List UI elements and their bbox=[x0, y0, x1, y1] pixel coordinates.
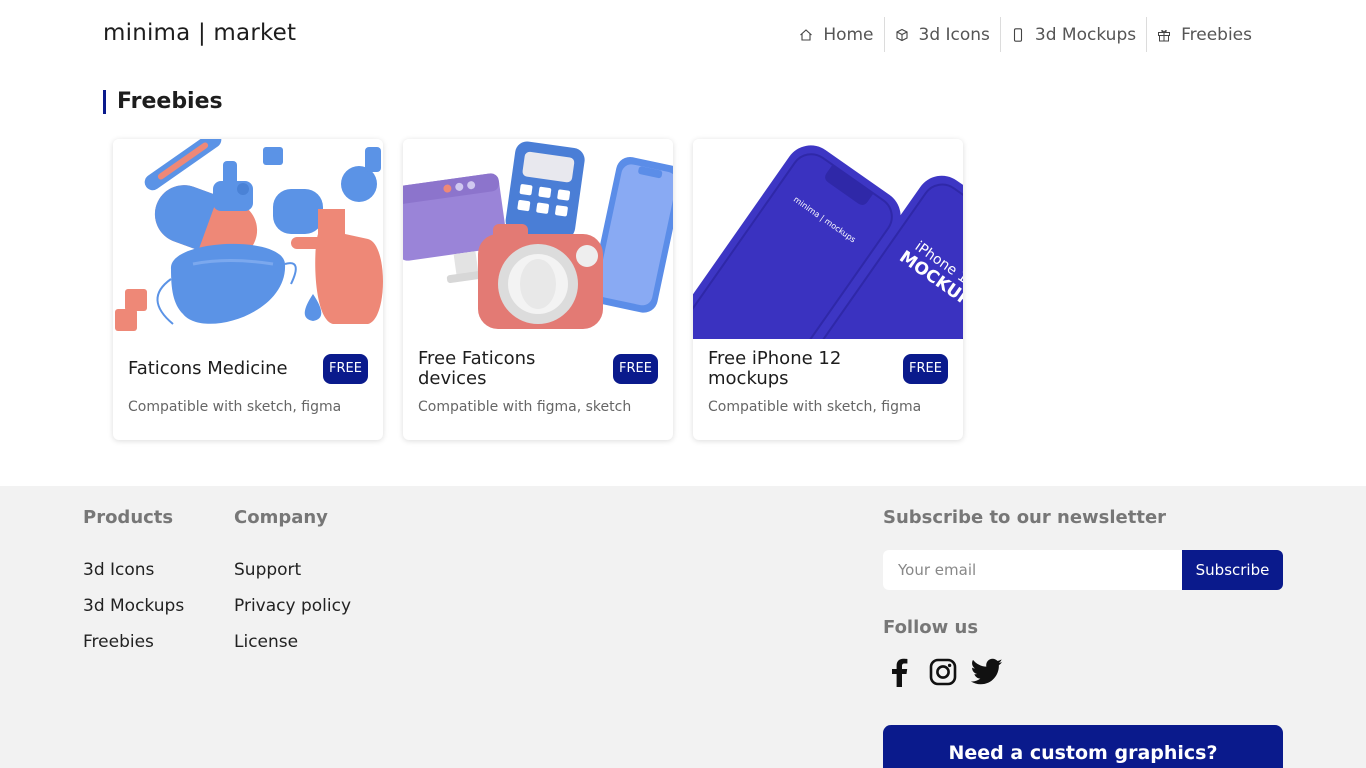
card-title[interactable]: Free Faticons devices bbox=[418, 349, 598, 389]
card-compatibility: Compatible with sketch, figma bbox=[708, 399, 922, 415]
nav-freebies-label: Freebies bbox=[1181, 24, 1252, 45]
main-nav: Home 3d Icons 3d Mockups Freebies bbox=[789, 17, 1262, 52]
phone-icon bbox=[1011, 27, 1025, 42]
footer-link-license[interactable]: License bbox=[234, 624, 351, 660]
footer-link-freebies[interactable]: Freebies bbox=[83, 624, 184, 660]
nav-freebies[interactable]: Freebies bbox=[1146, 17, 1262, 52]
footer-link-3d-icons[interactable]: 3d Icons bbox=[83, 552, 184, 588]
nav-3d-mockups-label: 3d Mockups bbox=[1034, 24, 1137, 45]
nav-3d-icons[interactable]: 3d Icons bbox=[883, 17, 1000, 52]
card-title[interactable]: Faticons Medicine bbox=[128, 349, 308, 389]
site-footer: Products 3d Icons 3d Mockups Freebies Co… bbox=[0, 486, 1366, 768]
page-title: Freebies bbox=[103, 90, 223, 114]
footer-link-3d-mockups[interactable]: 3d Mockups bbox=[83, 588, 184, 624]
free-badge: FREE bbox=[323, 354, 368, 384]
nav-home-label: Home bbox=[823, 24, 874, 45]
footer-link-support[interactable]: Support bbox=[234, 552, 351, 588]
email-field[interactable] bbox=[883, 550, 1182, 590]
footer-products: Products 3d Icons 3d Mockups Freebies bbox=[83, 506, 184, 660]
medicine-icons-image bbox=[113, 139, 383, 339]
social-links bbox=[883, 656, 1283, 688]
product-card-iphone[interactable]: minima | mockups iPhone 12 MOCKUP Free i… bbox=[693, 139, 963, 440]
iphone-mockup-image: minima | mockups iPhone 12 MOCKUP bbox=[693, 139, 963, 339]
footer-company-heading: Company bbox=[234, 507, 328, 528]
nav-3d-mockups[interactable]: 3d Mockups bbox=[999, 17, 1146, 52]
card-body: Free Faticons devices FREE Compatible wi… bbox=[403, 339, 673, 440]
footer-company: Company Support Privacy policy License bbox=[234, 506, 351, 660]
devices-icons-image bbox=[403, 139, 673, 339]
cube-icon bbox=[895, 28, 909, 42]
card-body: Free iPhone 12 mockups FREE Compatible w… bbox=[693, 339, 963, 440]
product-card-devices[interactable]: Free Faticons devices FREE Compatible wi… bbox=[403, 139, 673, 440]
gift-icon bbox=[1157, 28, 1171, 42]
facebook-icon[interactable] bbox=[883, 656, 915, 688]
card-title[interactable]: Free iPhone 12 mockups bbox=[708, 349, 888, 389]
follow-heading: Follow us bbox=[883, 617, 979, 638]
card-compatibility: Compatible with sketch, figma bbox=[128, 399, 342, 415]
free-badge: FREE bbox=[613, 354, 658, 384]
newsletter-form: Subscribe bbox=[883, 550, 1283, 590]
instagram-icon[interactable] bbox=[927, 656, 959, 688]
footer-products-heading: Products bbox=[83, 507, 174, 528]
custom-graphics-button[interactable]: Need a custom graphics? bbox=[883, 725, 1283, 768]
free-badge: FREE bbox=[903, 354, 948, 384]
card-compatibility: Compatible with figma, sketch bbox=[418, 399, 632, 415]
home-icon bbox=[799, 28, 813, 42]
twitter-icon[interactable] bbox=[971, 656, 1003, 688]
site-header: minima | market Home 3d Icons 3d Mockups… bbox=[0, 0, 1366, 70]
subscribe-button[interactable]: Subscribe bbox=[1182, 550, 1283, 590]
card-body: Faticons Medicine FREE Compatible with s… bbox=[113, 339, 383, 440]
product-grid: Faticons Medicine FREE Compatible with s… bbox=[113, 139, 963, 440]
brand-logo[interactable]: minima | market bbox=[103, 20, 296, 46]
footer-link-privacy[interactable]: Privacy policy bbox=[234, 588, 351, 624]
newsletter-heading: Subscribe to our newsletter bbox=[883, 507, 1167, 528]
nav-3d-icons-label: 3d Icons bbox=[918, 24, 990, 45]
product-card-medicine[interactable]: Faticons Medicine FREE Compatible with s… bbox=[113, 139, 383, 440]
footer-newsletter: Subscribe to our newsletter Subscribe Fo… bbox=[883, 506, 1283, 688]
nav-home[interactable]: Home bbox=[789, 17, 883, 52]
